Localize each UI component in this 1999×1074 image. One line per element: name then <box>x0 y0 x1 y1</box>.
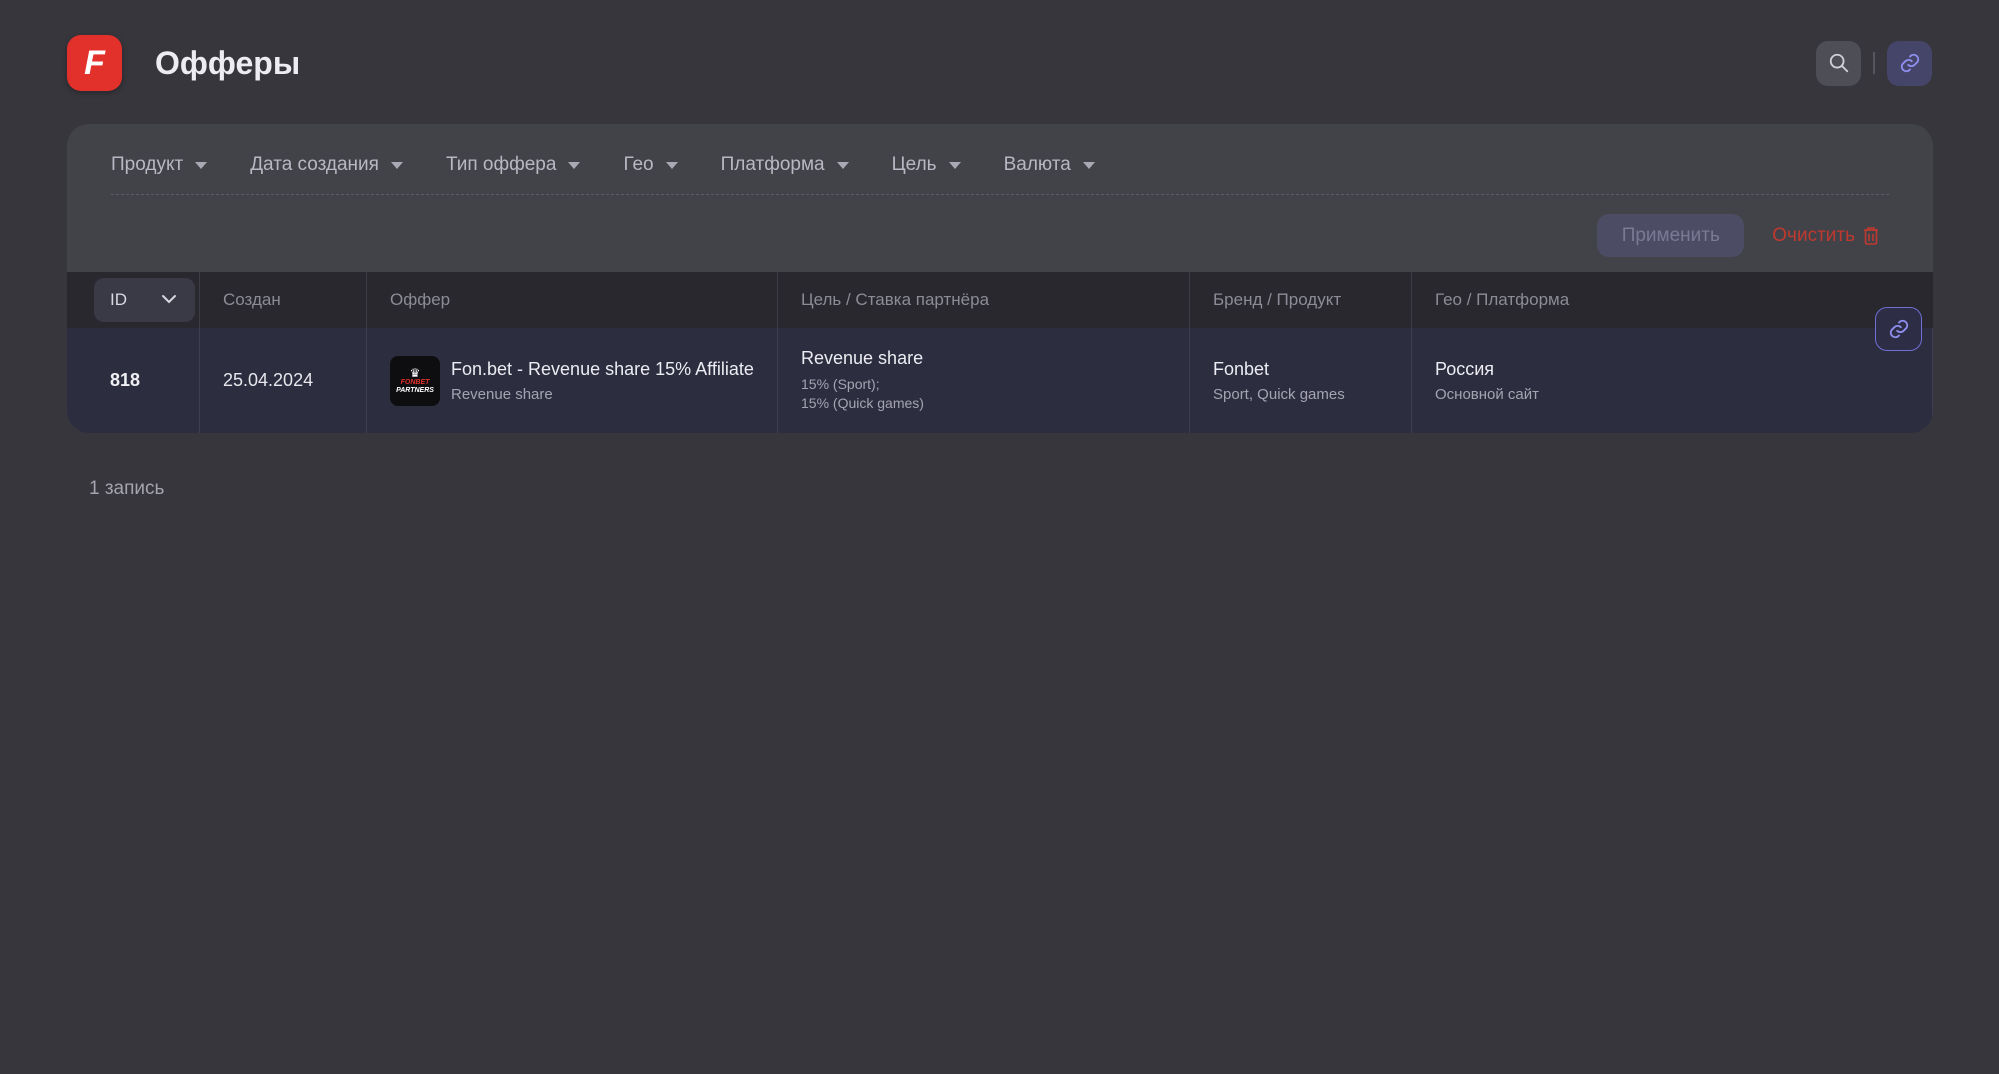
goal-name: Revenue share <box>801 348 924 368</box>
filter-product[interactable]: Продукт <box>111 150 208 180</box>
trash-icon <box>1864 226 1878 245</box>
cell-offer: ♛ FONBET PARTNERS Fon.bet - Revenue shar… <box>367 328 778 433</box>
caret-down-icon <box>1082 161 1095 169</box>
header-cell-offer[interactable]: Оффер <box>367 272 778 328</box>
header-cell-id: ID <box>67 272 200 328</box>
header: F Офферы <box>67 35 1932 91</box>
filter-geo[interactable]: Гео <box>623 150 678 180</box>
caret-down-icon <box>948 161 961 169</box>
filter-actions: Применить Очистить <box>1597 214 1879 257</box>
table-row[interactable]: 818 25.04.2024 ♛ FONBET PARTNERS Fon.bet… <box>67 307 1933 433</box>
filter-created-date[interactable]: Дата создания <box>250 150 403 180</box>
offer-id: 818 <box>110 370 141 390</box>
caret-down-icon <box>195 161 208 169</box>
offer-info: Fon.bet - Revenue share 15% Affiliate Re… <box>451 359 754 403</box>
filter-label: Цель <box>891 154 937 175</box>
fonbet-partners-logo: ♛ FONBET PARTNERS <box>390 355 440 406</box>
cell-id: 818 <box>67 328 200 433</box>
header-cell-geo-platform[interactable]: Гео / Платформа <box>1412 272 1933 328</box>
offer-type: Revenue share <box>451 385 553 403</box>
id-sort-value: ID <box>110 290 127 309</box>
search-icon <box>1829 53 1848 73</box>
offers-table: ID Создан Оффер Цель / Ставка партнёра Б… <box>67 272 1933 433</box>
offers-panel: Продукт Дата создания Тип оффера Гео Пла… <box>67 124 1933 433</box>
offer-title[interactable]: Fon.bet - Revenue share 15% Affiliate <box>451 359 754 380</box>
caret-down-icon <box>568 161 581 169</box>
table-header: ID Создан Оффер Цель / Ставка партнёра Б… <box>67 272 1933 328</box>
filter-divider <box>111 194 1889 195</box>
filter-label: Платформа <box>720 154 825 175</box>
cell-created: 25.04.2024 <box>200 328 367 433</box>
cell-geo-platform: Россия Основной сайт <box>1412 328 1933 433</box>
header-divider <box>1873 52 1875 74</box>
filter-label: Гео <box>623 154 654 175</box>
apply-button[interactable]: Применить <box>1597 214 1745 257</box>
clear-button[interactable]: Очистить <box>1772 225 1879 247</box>
link-icon <box>1889 319 1908 339</box>
logo-text-bottom: PARTNERS <box>396 386 434 394</box>
logo-text-top: FONBET <box>400 378 430 386</box>
app-logo[interactable]: F <box>67 35 122 91</box>
row-link-button[interactable] <box>1875 307 1922 351</box>
caret-down-icon <box>665 161 678 169</box>
filter-label: Продукт <box>111 154 184 175</box>
clear-label: Очистить <box>1772 224 1855 246</box>
cell-brand-product: Fonbet Sport, Quick games <box>1190 328 1412 433</box>
cell-goal-rate: Revenue share 15% (Sport); 15% (Quick ga… <box>778 328 1190 433</box>
filter-currency[interactable]: Валюта <box>1004 150 1095 180</box>
rate-line: 15% (Sport); <box>801 376 880 392</box>
filter-bar: Продукт Дата создания Тип оффера Гео Пла… <box>111 150 1138 180</box>
header-cell-created[interactable]: Создан <box>200 272 367 328</box>
platform-name: Основной сайт <box>1435 385 1540 403</box>
filter-label: Тип оффера <box>445 154 557 175</box>
page: F Офферы Продукт Дата создания Тип оффер… <box>0 0 1999 1074</box>
created-date: 25.04.2024 <box>223 370 314 390</box>
filter-goal[interactable]: Цель <box>892 150 961 180</box>
rate-line: 15% (Quick games) <box>801 395 924 411</box>
id-sort-select[interactable]: ID <box>94 278 195 322</box>
chevron-down-icon <box>162 295 176 304</box>
caret-down-icon <box>390 161 403 169</box>
brand-name: Fonbet <box>1213 358 1270 379</box>
rate-list: 15% (Sport); 15% (Quick games) <box>801 375 1189 413</box>
page-title: Офферы <box>155 44 301 81</box>
record-count: 1 запись <box>89 478 165 499</box>
product-list: Sport, Quick games <box>1213 385 1345 403</box>
link-icon <box>1900 53 1919 73</box>
links-button[interactable] <box>1887 40 1932 86</box>
filter-platform[interactable]: Платформа <box>721 150 849 180</box>
filter-label: Валюта <box>1003 154 1071 175</box>
header-actions <box>1816 40 1932 86</box>
caret-down-icon <box>836 161 849 169</box>
header-cell-goal-rate[interactable]: Цель / Ставка партнёра <box>778 272 1190 328</box>
filter-offer-type[interactable]: Тип оффера <box>445 150 581 180</box>
filter-label: Дата создания <box>250 154 379 175</box>
crown-icon: ♛ <box>409 365 421 380</box>
geo-name: Россия <box>1435 358 1495 379</box>
search-button[interactable] <box>1816 40 1861 86</box>
header-cell-brand-product[interactable]: Бренд / Продукт <box>1190 272 1412 328</box>
